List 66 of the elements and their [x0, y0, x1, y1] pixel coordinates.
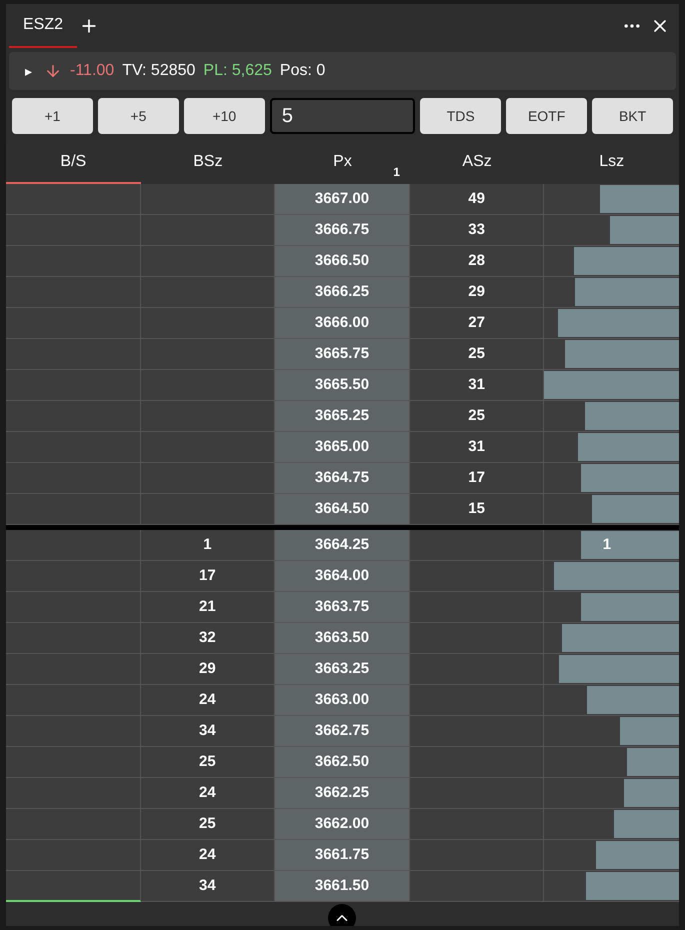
header-count: 1 — [393, 164, 400, 181]
bid-size-cell: 24 — [140, 778, 276, 809]
price-cell: 3662.00 — [275, 809, 410, 840]
bid-size-cell: 32 — [140, 623, 276, 654]
bid-size-cell: 21 — [140, 592, 276, 623]
action-button[interactable]: +5 — [98, 98, 179, 134]
ask-size-cell: 33 — [410, 215, 544, 246]
action-button[interactable]: +10 — [184, 98, 265, 134]
bid-size-cell: 25 — [140, 809, 276, 840]
bid-size-cell: 24 — [140, 840, 276, 871]
bid-size-cell: 24 — [140, 685, 276, 716]
price-cell: 3661.50 — [275, 871, 410, 902]
ask-size-cell: 27 — [410, 308, 544, 339]
ask-size-cell: 25 — [410, 339, 544, 370]
action-button[interactable]: +1 — [12, 98, 93, 134]
ask-size-cell: 25 — [410, 401, 544, 432]
price-cell: 3666.25 — [275, 277, 410, 308]
ask-size-cell: 17 — [410, 463, 544, 494]
price-cell: 3665.75 — [275, 339, 410, 370]
price-cell: 3665.00 — [275, 432, 410, 463]
bid-size-cell: 29 — [140, 654, 276, 685]
price-cell: 3666.75 — [275, 215, 410, 246]
ask-size-cell: 49 — [410, 184, 544, 215]
ask-size-cell: 31 — [410, 370, 544, 401]
column-header[interactable]: Lsz — [544, 141, 679, 184]
ask-size-cell: 28 — [410, 246, 544, 277]
price-cell: 3663.75 — [275, 592, 410, 623]
action-button[interactable]: EOTF — [506, 98, 588, 134]
size-bar: 1 — [580, 531, 679, 559]
bid-size-cell: 1 — [140, 530, 276, 561]
ask-size-cell: 15 — [410, 494, 544, 525]
tab[interactable]: ESZ2 — [9, 4, 78, 48]
price-change: -11.00 — [70, 61, 114, 81]
price-cell: 3664.75 — [275, 463, 410, 494]
profit-loss: PL: 5,625 — [203, 61, 272, 81]
bid-size-cell: 34 — [140, 716, 276, 747]
price-cell: 3665.25 — [275, 401, 410, 432]
action-button[interactable]: TDS — [420, 98, 502, 134]
price-cell: 3663.25 — [275, 654, 410, 685]
scroll-top-button[interactable] — [328, 904, 356, 926]
price-cell: 3662.50 — [275, 747, 410, 778]
position: Pos: 0 — [280, 61, 326, 81]
price-cell: 3666.50 — [275, 246, 410, 277]
column-header[interactable]: Px 1 — [275, 141, 410, 184]
price-cell: 3663.50 — [275, 623, 410, 654]
price-cell: 3664.25 — [275, 530, 410, 561]
bid-size-cell: 17 — [140, 561, 276, 592]
bid-size-cell: 34 — [140, 871, 276, 902]
price-cell: 3664.00 — [275, 561, 410, 592]
column-header[interactable]: ASz — [410, 141, 544, 184]
expand-toggle[interactable]: ▸ — [25, 60, 32, 82]
ask-size-cell: 29 — [410, 277, 544, 308]
action-button[interactable]: BKT — [592, 98, 674, 134]
price-cell: 3662.25 — [275, 778, 410, 809]
column-header[interactable]: BSz — [140, 141, 276, 184]
price-cell: 3663.00 — [275, 685, 410, 716]
price-cell: 3661.75 — [275, 840, 410, 871]
price-cell: 3666.00 — [275, 308, 410, 339]
trade-volume: TV: 52850 — [122, 61, 196, 81]
quantity-field[interactable]: 5 — [270, 98, 416, 134]
price-cell: 3665.50 — [275, 370, 410, 401]
bid-size-cell: 25 — [140, 747, 276, 778]
ask-size-cell: 31 — [410, 432, 544, 463]
price-cell: 3664.50 — [275, 494, 410, 525]
price-cell: 3667.00 — [275, 184, 410, 215]
price-cell: 3662.75 — [275, 716, 410, 747]
